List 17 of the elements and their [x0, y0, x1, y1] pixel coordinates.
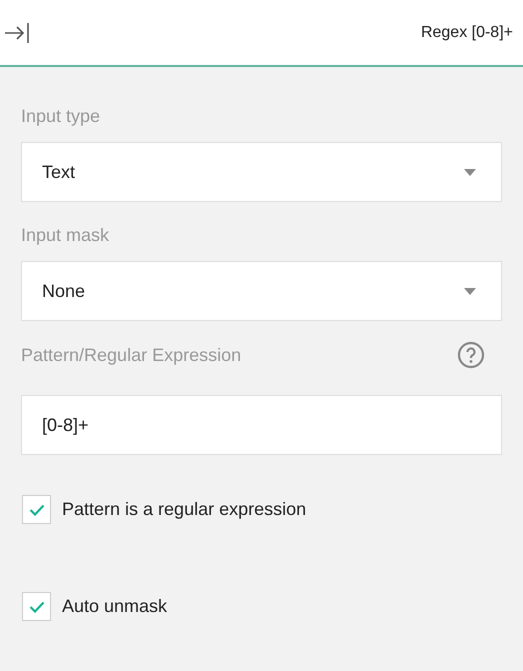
check-icon [28, 504, 44, 516]
field-label: Input type [21, 105, 100, 128]
checkbox[interactable] [22, 592, 51, 621]
checkbox-label: Pattern is a regular expression [62, 498, 306, 521]
check-icon [28, 600, 44, 612]
help-icon[interactable] [457, 341, 485, 369]
input-field[interactable]: [0-8]+ [21, 395, 502, 455]
arrow-to-bar-icon [4, 22, 30, 44]
dropdown-field[interactable]: Text [21, 142, 502, 202]
field-label: Pattern/Regular Expression [21, 344, 242, 367]
panel-title: Regex [0-8]+ [420, 22, 513, 42]
caret-icon [464, 168, 476, 176]
checkbox[interactable] [22, 495, 51, 524]
checkbox-label: Auto unmask [62, 595, 168, 618]
field-label: Input mask [21, 224, 110, 247]
caret-icon [464, 288, 476, 294]
dropdown-field[interactable]: None [21, 261, 502, 321]
